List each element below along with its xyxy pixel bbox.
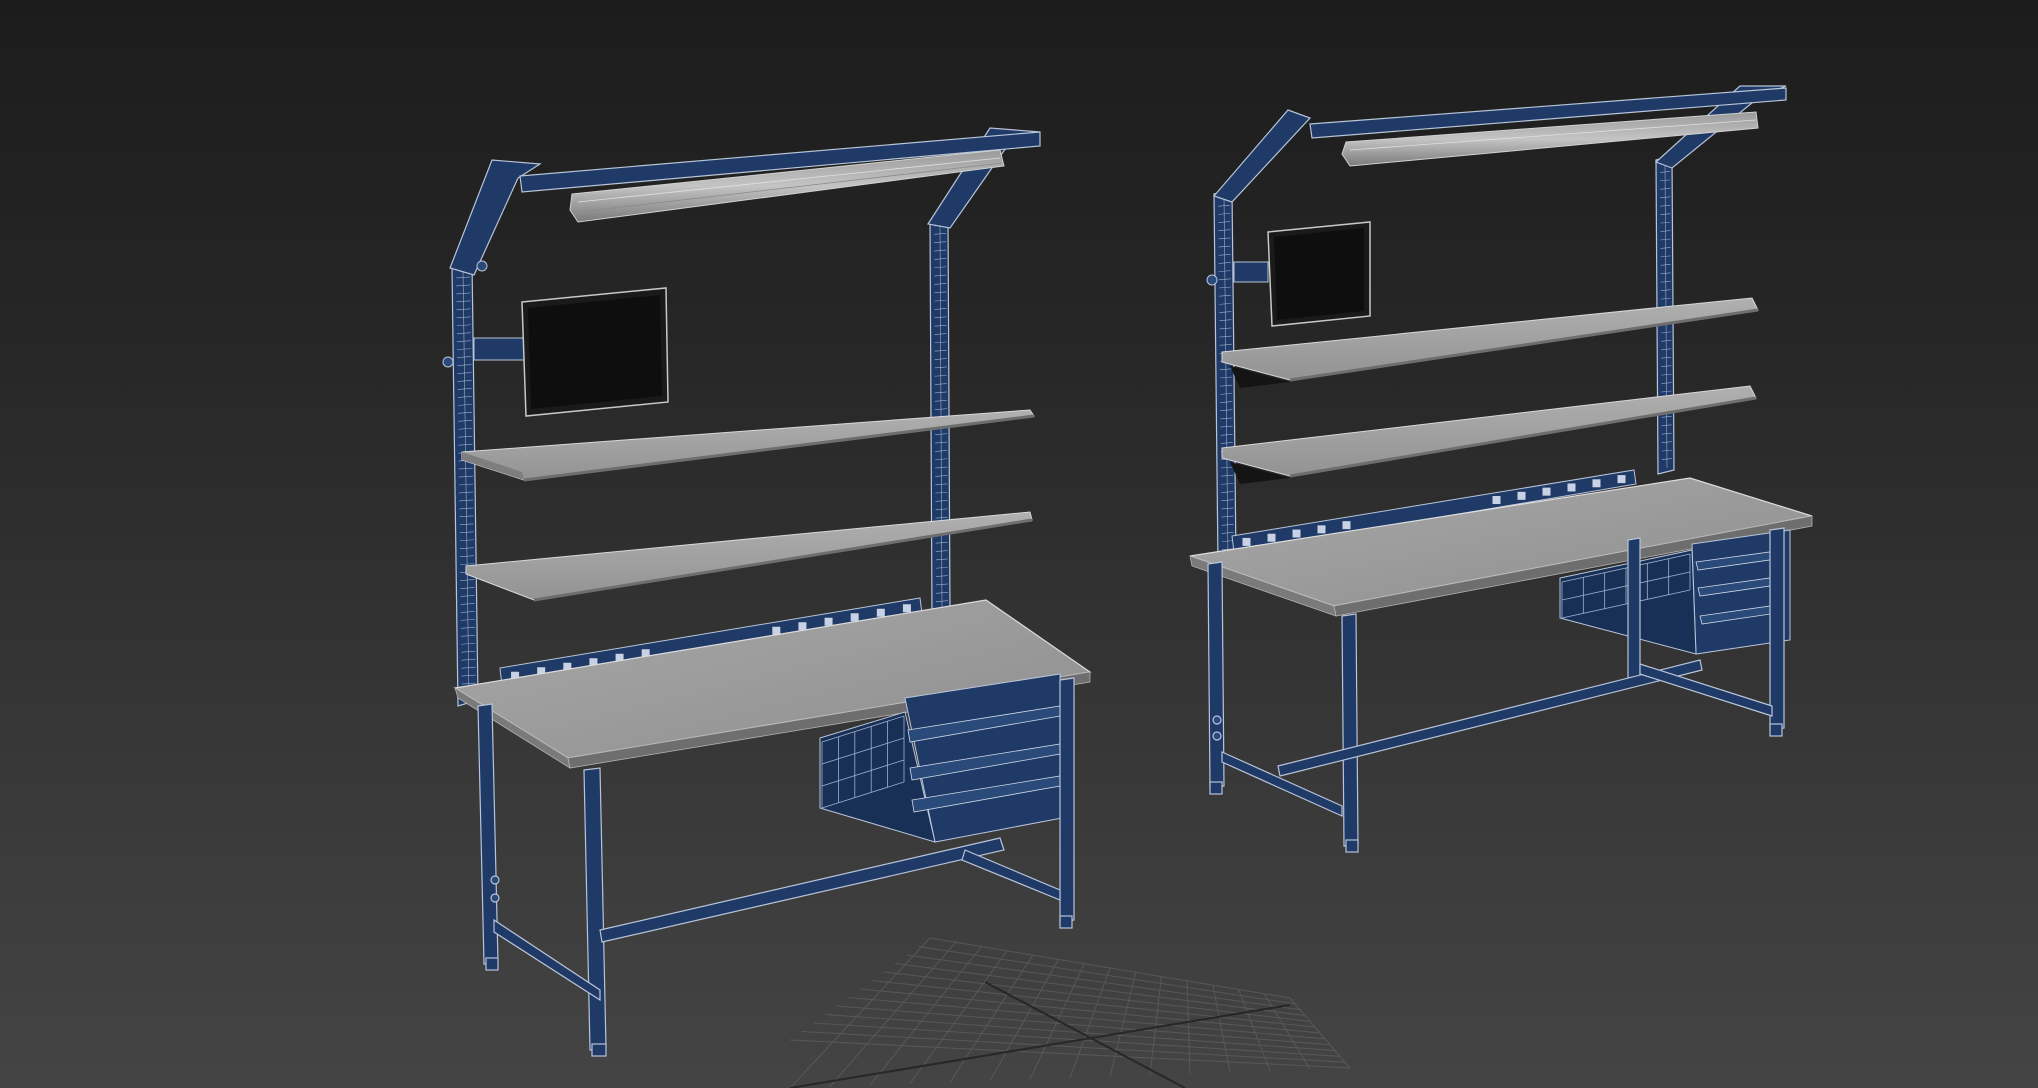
left-upright-post [1213,189,1237,565]
3d-viewport[interactable] [0,0,2038,1088]
monitor-screen [521,287,669,417]
workbench-left[interactable] [442,127,1092,1057]
lower-shelf [1221,385,1757,484]
left-upright-post [451,261,479,707]
workbench-right[interactable] [1189,85,1813,853]
floor-grid [789,937,1351,1088]
left-light-arm [1212,109,1312,203]
monitor-screen [1267,221,1371,327]
scene-canvas [442,85,1813,1088]
